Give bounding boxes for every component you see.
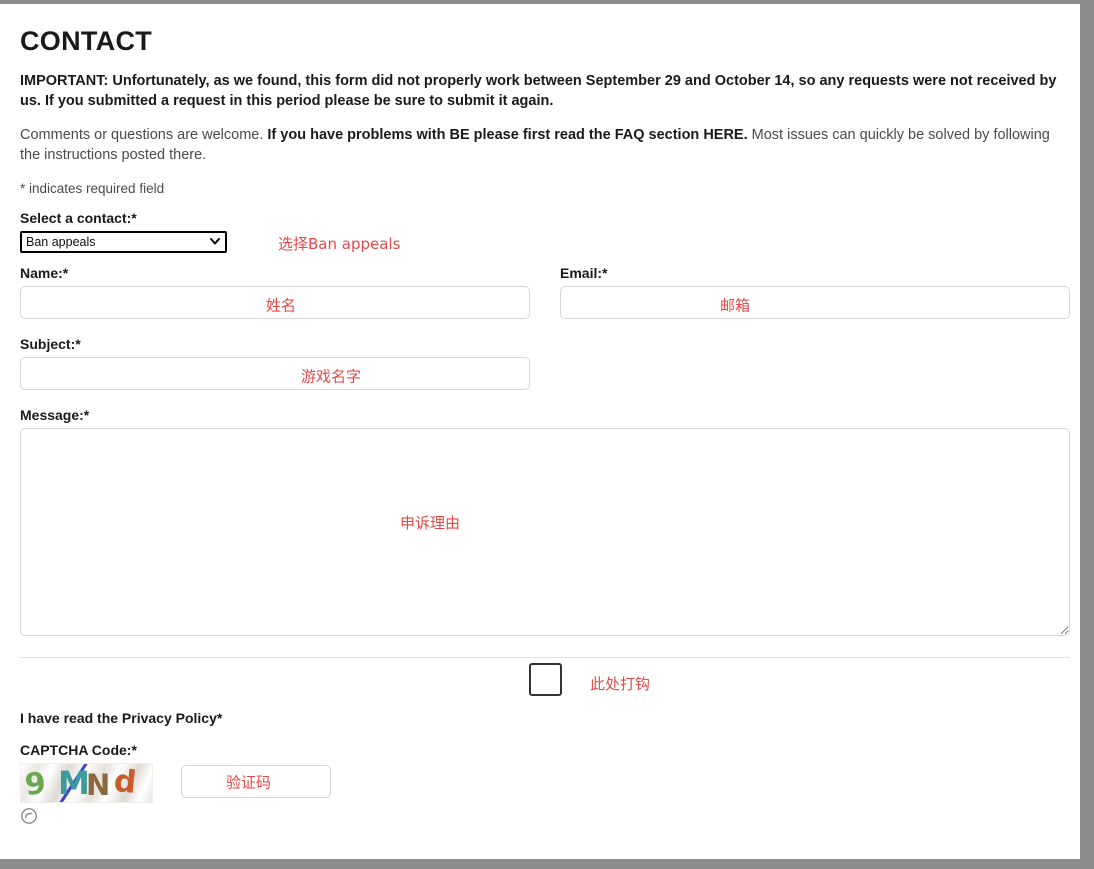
annotation-email: 邮箱: [720, 296, 751, 315]
annotation-subject: 游戏名字: [301, 367, 362, 386]
email-block: Email:* 邮箱: [560, 265, 1070, 319]
name-block: Name:* 姓名: [20, 265, 530, 319]
captcha-row: 9MNd 验证码: [20, 763, 1070, 830]
message-label: Message:*: [20, 407, 90, 423]
annotation-checkbox: 此处打钩: [590, 675, 651, 693]
intro-text-lead: Comments or questions are welcome.: [20, 127, 268, 143]
annotation-name: 姓名: [266, 296, 297, 315]
select-contact-block: Select a contact:* Ban appeals 选择Ban app…: [20, 210, 1070, 253]
name-label: Name:*: [20, 265, 69, 281]
important-notice: IMPORTANT: Unfortunately, as we found, t…: [20, 73, 1057, 109]
message-textarea[interactable]: [20, 428, 1070, 636]
captcha-image: 9MNd: [20, 763, 153, 803]
select-contact-dropdown[interactable]: Ban appeals: [20, 231, 227, 253]
captcha-input-wrap: 验证码: [181, 765, 331, 798]
subject-label: Subject:*: [20, 336, 81, 352]
captcha-label: CAPTCHA Code:*: [20, 742, 137, 758]
annotation-message: 申诉理由: [400, 514, 461, 532]
privacy-policy-label: I have read the Privacy Policy*: [20, 710, 223, 726]
name-email-row: Name:* 姓名 Email:* 邮箱: [20, 265, 1070, 336]
captcha-char-2: N: [86, 768, 111, 802]
required-field-note: * indicates required field: [20, 181, 165, 196]
captcha-image-wrap: 9MNd: [20, 763, 153, 830]
email-input[interactable]: [560, 286, 1070, 319]
page-title: CONTACT: [20, 26, 153, 56]
intro-faq-link[interactable]: If you have problems with BE please firs…: [267, 127, 747, 143]
subject-input[interactable]: [20, 357, 530, 390]
annotation-captcha: 验证码: [226, 773, 272, 791]
select-contact-label: Select a contact:*: [20, 210, 137, 226]
contact-form-page: CONTACT IMPORTANT: Unfortunately, as we …: [0, 8, 1080, 859]
captcha-char-0: 9: [23, 766, 48, 803]
privacy-checkbox-row: 此处打钩: [20, 658, 1070, 704]
intro-paragraph: Comments or questions are welcome. If yo…: [20, 125, 1070, 165]
select-contact-wrap: Ban appeals 选择Ban appeals: [20, 231, 400, 253]
subject-block: Subject:* 游戏名字: [20, 336, 530, 390]
page-scroll-area[interactable]: CONTACT IMPORTANT: Unfortunately, as we …: [0, 8, 1080, 859]
refresh-icon[interactable]: [20, 807, 38, 825]
privacy-policy-checkbox[interactable]: [529, 663, 562, 696]
message-block: Message:* 申诉理由: [20, 407, 1070, 641]
browser-frame: CONTACT IMPORTANT: Unfortunately, as we …: [0, 0, 1094, 869]
captcha-char-3: d: [112, 763, 139, 802]
subject-row: Subject:* 游戏名字: [20, 336, 1070, 407]
annotation-select: 选择Ban appeals: [278, 235, 401, 253]
email-label: Email:*: [560, 265, 608, 281]
